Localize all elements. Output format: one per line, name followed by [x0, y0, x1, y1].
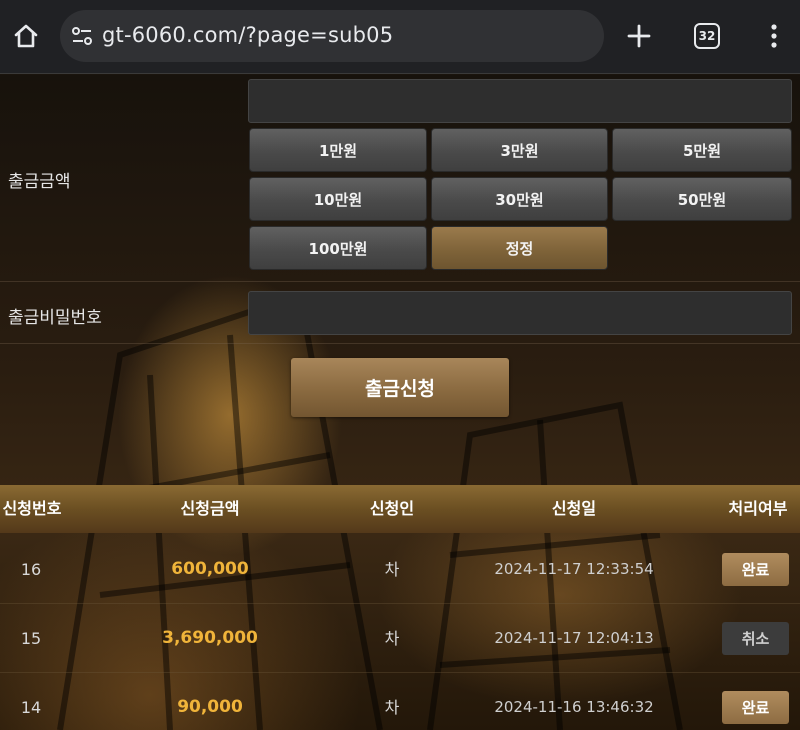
more-vert-icon[interactable] [762, 22, 786, 50]
row-applicant: 차 [384, 560, 400, 579]
amount-input[interactable] [248, 79, 792, 123]
password-input[interactable] [248, 291, 792, 335]
tune-icon[interactable] [70, 24, 94, 48]
url-text[interactable]: gt-6060.com/?page=sub05 [102, 23, 393, 47]
home-icon[interactable] [12, 22, 40, 50]
table-row: 16 600,000 차 2024-11-17 12:33:54 완료 [0, 535, 800, 604]
password-label: 출금비밀번호 [8, 308, 102, 328]
header-request-date: 신청일 [551, 499, 597, 518]
table-header: 신청번호 신청금액 신청인 신청일 처리여부 [0, 485, 800, 533]
amount-button-500k[interactable]: 50만원 [612, 177, 792, 221]
header-request-amount: 신청금액 [180, 499, 240, 518]
table-row: 14 90,000 차 2024-11-16 13:46:32 완료 [0, 673, 800, 730]
row-amount: 3,690,000 [162, 628, 258, 648]
header-request-no: 신청번호 [2, 499, 62, 518]
address-bar[interactable]: gt-6060.com/?page=sub05 [60, 10, 604, 62]
amount-button-30k[interactable]: 3만원 [431, 128, 608, 172]
row-date: 2024-11-17 12:04:13 [494, 629, 654, 647]
row-amount: 90,000 [177, 697, 243, 717]
amount-button-10k[interactable]: 1만원 [249, 128, 427, 172]
tabs-icon[interactable]: 32 [694, 23, 720, 49]
row-date: 2024-11-17 12:33:54 [494, 560, 654, 578]
row-applicant: 차 [384, 629, 400, 648]
row-no: 16 [20, 560, 42, 579]
reset-button[interactable]: 정정 [431, 226, 608, 270]
amount-button-50k[interactable]: 5만원 [612, 128, 792, 172]
amount-button-1m[interactable]: 100만원 [249, 226, 427, 270]
status-badge: 취소 [722, 622, 789, 655]
plus-icon[interactable] [625, 22, 653, 50]
page-content: 출금금액 1만원 3만원 5만원 10만원 30만원 50만원 100만원 정정… [0, 75, 800, 730]
amount-button-100k[interactable]: 10만원 [249, 177, 427, 221]
status-badge: 완료 [722, 691, 789, 724]
row-amount: 600,000 [171, 559, 249, 579]
amount-label: 출금금액 [8, 172, 71, 192]
table-row: 15 3,690,000 차 2024-11-17 12:04:13 취소 [0, 604, 800, 673]
row-date: 2024-11-16 13:46:32 [494, 698, 654, 716]
amount-button-300k[interactable]: 30만원 [431, 177, 608, 221]
row-no: 15 [20, 629, 42, 648]
status-badge: 완료 [722, 553, 789, 586]
withdraw-submit-button[interactable]: 출금신청 [291, 358, 509, 417]
header-status: 처리여부 [728, 499, 788, 518]
header-applicant: 신청인 [369, 499, 415, 518]
row-divider [0, 343, 800, 344]
row-applicant: 차 [384, 698, 400, 717]
tab-count: 32 [698, 29, 716, 43]
row-divider [0, 281, 800, 282]
browser-toolbar: gt-6060.com/?page=sub05 32 [0, 0, 800, 74]
row-no: 14 [20, 698, 42, 717]
